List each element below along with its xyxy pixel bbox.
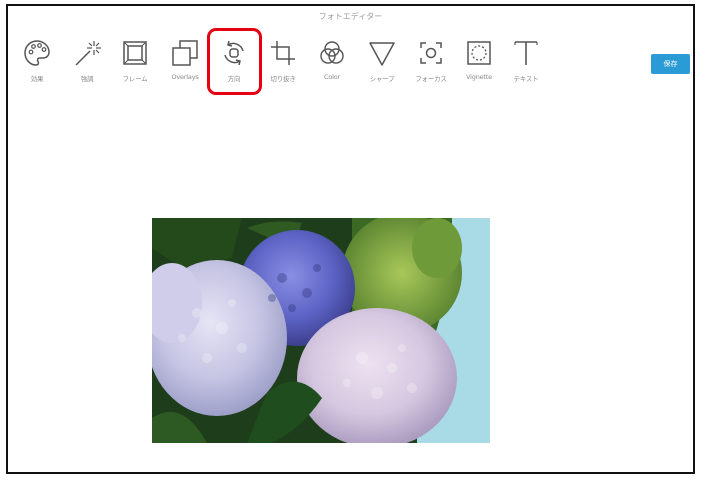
tool-label: フレーム [122,75,148,83]
tool-label: 効果 [30,75,44,83]
text-icon [514,41,538,65]
frame-icon [123,41,147,65]
toolbar: フォトエディター 効果 強調 フレーム Overlays 方向 切り抜き Col… [8,6,693,104]
tool-crop[interactable]: 切り抜き [263,32,303,88]
tool-text[interactable]: テキスト [506,32,546,88]
palette-icon [24,40,50,66]
overlays-icon [172,40,198,66]
tool-effects[interactable]: 効果 [17,32,57,88]
focus-icon [420,42,442,64]
crop-icon [271,41,295,65]
sharpen-triangle-icon [369,42,395,66]
highlight-box [207,28,262,95]
tool-label: Overlays [171,73,199,81]
tool-label: Color [324,73,340,81]
tool-label: シャープ [369,75,395,83]
vignette-icon [467,41,491,65]
tool-label: 強調 [80,75,94,83]
tool-label: 切り抜き [270,75,296,83]
tool-sharpen[interactable]: シャープ [362,32,402,88]
window-title: フォトエディター [318,12,383,21]
tool-overlays[interactable]: Overlays [165,32,205,88]
color-circles-icon [320,41,344,64]
editor-canvas [8,103,693,472]
magic-wand-icon [75,41,101,66]
save-button[interactable]: 保存 [651,54,690,74]
tool-label: フォーカス [415,75,447,83]
tool-label: Vignette [466,73,492,81]
tool-focus[interactable]: フォーカス [411,32,451,88]
tool-vignette[interactable]: Vignette [459,32,499,88]
tool-enhance[interactable]: 強調 [67,32,107,88]
photo-editor-window: フォトエディター 効果 強調 フレーム Overlays 方向 切り抜き Col… [6,4,695,474]
tool-label: テキスト [513,75,539,83]
tool-color[interactable]: Color [312,32,352,88]
tool-frame[interactable]: フレーム [115,32,155,88]
hydrangea-photo [152,218,490,443]
